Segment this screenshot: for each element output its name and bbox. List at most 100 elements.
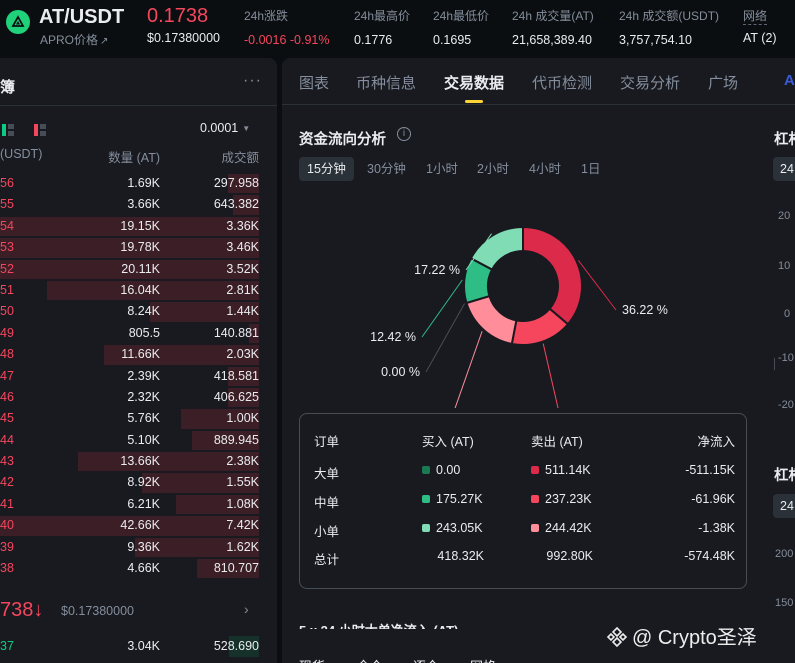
net-value: -1.38K (698, 521, 735, 535)
buy-value: 0.00 (436, 463, 461, 477)
tab-trade-analysis[interactable]: 交易分析 (620, 72, 680, 93)
tab-coin-info[interactable]: 币种信息 (356, 72, 416, 93)
ask-total: 3.36K (226, 218, 259, 233)
ask-row[interactable]: 46 2.32K 406.625 (0, 387, 277, 408)
donut-slice[interactable] (465, 294, 518, 346)
ask-row[interactable]: 42 8.92K 1.55K (0, 472, 277, 493)
ask-row[interactable]: 49 805.5 140.881 (0, 323, 277, 344)
ask-total: 810.707 (213, 561, 259, 576)
ask-total: 2.03K (226, 347, 259, 362)
ask-total: 1.55K (226, 475, 259, 490)
watermark-text: @ Crypto圣泽 (632, 627, 757, 649)
tab-cross[interactable]: 全仓 (357, 656, 383, 663)
ask-total: 140.881 (213, 325, 259, 340)
tab-square[interactable]: 广场 (708, 72, 738, 93)
bid-price: 37 (0, 639, 14, 653)
last-price: 0.1738 (147, 5, 209, 27)
ask-row[interactable]: 55 3.66K 643.382 (0, 194, 277, 215)
period-2h[interactable]: 2小时 (469, 157, 517, 181)
ask-price: 56 (0, 176, 14, 190)
ask-total: 418.581 (213, 368, 259, 383)
ask-row[interactable]: 41 6.21K 1.08K (0, 494, 277, 515)
legend-square (531, 466, 539, 474)
ask-price: 44 (0, 432, 14, 447)
ask-row[interactable]: 51 16.04K 2.81K (0, 280, 277, 301)
net-value: -61.96K (691, 492, 735, 506)
tick-size-select[interactable]: 0.0001 ▼ (200, 121, 250, 135)
chevron-right-icon[interactable]: › (244, 601, 249, 617)
period-30m[interactable]: 30分钟 (359, 157, 414, 181)
mid-price[interactable]: 738↓ (0, 599, 43, 622)
donut-slice[interactable] (469, 225, 524, 271)
more-icon[interactable]: ··· (243, 72, 262, 90)
book-view-both-icon[interactable] (2, 124, 14, 136)
ask-price: 51 (0, 282, 14, 297)
stat-24h-change: 24h涨跌 -0.0016 -0.91% (244, 7, 329, 47)
ask-qty: 11.66K (121, 347, 160, 362)
coin-logo (6, 10, 30, 34)
ask-price: 41 (0, 496, 14, 511)
legend-square (422, 524, 430, 532)
book-view-asks-icon[interactable] (34, 124, 46, 136)
period-4h[interactable]: 4小时 (521, 157, 569, 181)
ask-total: 889.945 (213, 432, 259, 447)
axis-marker (774, 358, 775, 370)
ask-row[interactable]: 43 13.66K 2.38K (0, 451, 277, 472)
period-1h[interactable]: 1小时 (418, 157, 466, 181)
ask-row[interactable]: 47 2.39K 418.581 (0, 366, 277, 387)
ask-price: 45 (0, 411, 14, 426)
ask-price: 55 (0, 197, 14, 212)
ask-row[interactable]: 48 11.66K 2.03K (0, 344, 277, 365)
axis-tick: 150 (775, 597, 794, 609)
ask-row[interactable]: 53 19.78K 3.46K (0, 237, 277, 258)
ask-row[interactable]: 45 5.76K 1.00K (0, 408, 277, 429)
tab-trading-data[interactable]: 交易数据 (444, 72, 504, 93)
ask-total: 2.38K (226, 454, 259, 469)
ask-row[interactable]: 39 9.36K 1.62K (0, 537, 277, 558)
side-panel-title-2: 杠杆 (774, 468, 795, 484)
ask-row[interactable]: 50 8.24K 1.44K (0, 301, 277, 322)
info-icon[interactable]: i (397, 127, 411, 141)
active-tab-indicator (465, 100, 483, 103)
tab-isolated[interactable]: 逐仓 (413, 656, 439, 663)
sell-cell: 237.23K (531, 492, 592, 506)
ask-row[interactable]: 44 5.10K 889.945 (0, 430, 277, 451)
stat-network[interactable]: 网络 AT (2) (743, 7, 777, 45)
ask-row[interactable]: 38 4.66K 810.707 (0, 558, 277, 579)
bid-row[interactable]: 37 3.04K 528.690 (0, 636, 277, 657)
tab-spot[interactable]: 现货 (299, 656, 325, 663)
col-sell-header: 卖出 (AT) (531, 435, 583, 449)
sell-value: 237.23K (545, 492, 592, 506)
ask-total: 1.62K (226, 539, 259, 554)
ask-row[interactable]: 52 20.11K 3.52K (0, 259, 277, 280)
table-row: 大单 0.00 511.14K -511.15K (300, 463, 748, 481)
ask-price: 39 (0, 539, 14, 554)
ask-total: 3.52K (226, 261, 259, 276)
ask-price: 43 (0, 454, 14, 469)
ask-qty: 42.66K (120, 518, 160, 533)
period-15m[interactable]: 15分钟 (299, 157, 354, 181)
period-1d[interactable]: 1日 (573, 157, 608, 181)
tab-grid[interactable]: 网格 (470, 656, 496, 663)
pair-symbol[interactable]: AT/USDT (39, 6, 124, 29)
side-period-button-2[interactable]: 24 (773, 494, 795, 518)
side-panel-title: 杠杆 (774, 132, 795, 148)
coin-price-link[interactable]: APRO价格 ↗ (40, 31, 108, 48)
tab-ai[interactable]: A (784, 72, 795, 89)
ask-row[interactable]: 56 1.69K 297.958 (0, 173, 277, 194)
ask-row[interactable]: 54 19.15K 3.36K (0, 216, 277, 237)
ask-row[interactable]: 40 42.66K 7.42K (0, 515, 277, 536)
ask-price: 48 (0, 347, 14, 362)
ask-price: 47 (0, 368, 14, 383)
tab-chart[interactable]: 图表 (299, 72, 329, 93)
capital-flow-donut-chart: 36.22 %16.81 %17.32 %0.00 %12.42 %17.22 … (370, 225, 668, 408)
bid-qty: 3.04K (127, 639, 160, 653)
section-title: 资金流向分析 (299, 132, 386, 148)
ask-qty: 2.32K (127, 389, 160, 404)
tab-token-check[interactable]: 代币检测 (532, 72, 592, 93)
ask-total: 1.44K (226, 304, 259, 319)
donut-slice-label: 36.22 % (622, 303, 668, 317)
side-period-button[interactable]: 24 (773, 157, 795, 181)
stat-value: 21,658,389.40 (512, 33, 592, 47)
donut-slice[interactable] (522, 225, 583, 326)
